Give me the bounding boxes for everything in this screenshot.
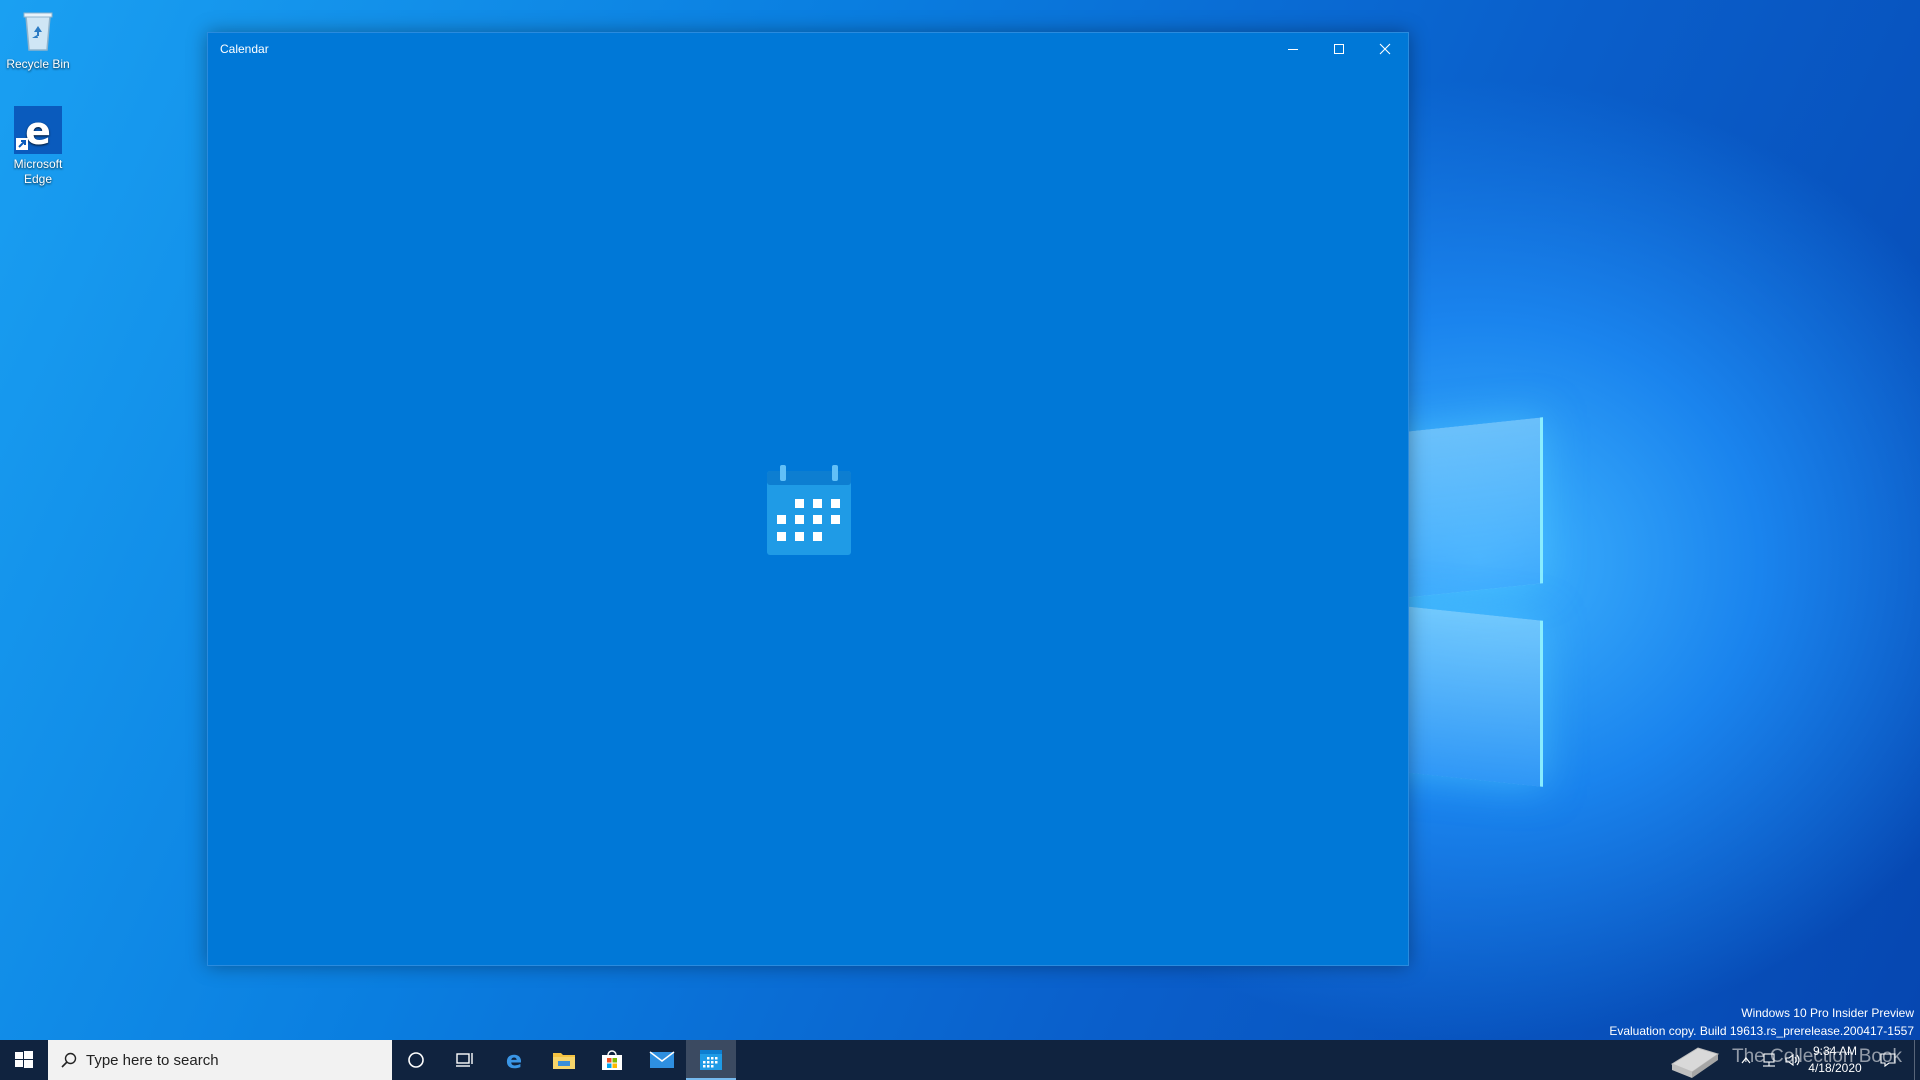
show-hidden-icons-button[interactable] <box>1734 1040 1758 1080</box>
desktop-icon-microsoft-edge[interactable]: e Microsoft Edge <box>0 106 76 187</box>
watermark-edition: Windows 10 Pro Insider Preview <box>1741 1006 1914 1020</box>
show-desktop-button[interactable] <box>1914 1040 1920 1080</box>
svg-text:e: e <box>25 109 51 153</box>
svg-text:e: e <box>506 1048 522 1072</box>
notification-icon <box>1880 1053 1896 1068</box>
network-icon <box>1763 1053 1775 1067</box>
cortana-button[interactable] <box>392 1040 440 1080</box>
file-explorer-icon <box>553 1053 575 1069</box>
taskbar: Type here to search e The Collection Boo… <box>0 1040 1920 1080</box>
search-placeholder: Type here to search <box>86 1051 219 1069</box>
maximize-button[interactable] <box>1316 33 1362 65</box>
store-button[interactable] <box>588 1040 636 1080</box>
desktop: Recycle Bin e Microsoft Edge Calendar Wi… <box>0 0 1920 1080</box>
minimize-button[interactable] <box>1270 33 1316 65</box>
maximize-icon <box>1334 44 1344 54</box>
edge-icon: e <box>506 1048 522 1072</box>
file-explorer-button[interactable] <box>540 1040 588 1080</box>
calendar-window[interactable]: Calendar <box>207 32 1409 966</box>
calendar-icon <box>700 1050 722 1070</box>
edge-icon: e <box>14 106 62 154</box>
book-logo-icon <box>1668 1036 1722 1080</box>
clock-time: 9:34 AM <box>1812 1044 1858 1058</box>
desktop-icon-label: Recycle Bin <box>6 57 70 71</box>
recycle-bin-icon <box>14 6 62 54</box>
mail-icon <box>649 1051 675 1068</box>
desktop-icon-label: Microsoft Edge <box>13 157 63 186</box>
taskbar-edge-button[interactable]: e <box>490 1040 538 1080</box>
minimize-icon <box>1288 49 1298 50</box>
task-view-icon <box>456 1053 473 1067</box>
network-button[interactable] <box>1756 1040 1782 1080</box>
clock-date: 4/18/2020 <box>1808 1061 1862 1075</box>
mail-button[interactable] <box>638 1040 686 1080</box>
start-button[interactable] <box>0 1040 48 1080</box>
desktop-icon-recycle-bin[interactable]: Recycle Bin <box>0 6 76 72</box>
action-center-button[interactable] <box>1870 1040 1906 1080</box>
close-button[interactable] <box>1362 33 1408 65</box>
start-icon <box>15 1051 33 1068</box>
search-box[interactable]: Type here to search <box>48 1040 392 1080</box>
calendar-splash-icon <box>765 465 853 557</box>
search-icon <box>61 1052 77 1068</box>
window-title: Calendar <box>220 42 269 56</box>
volume-icon <box>1785 1053 1800 1067</box>
watermark-build: Evaluation copy. Build 19613.rs_prerelea… <box>1609 1024 1914 1038</box>
clock[interactable]: 9:34 AM 4/18/2020 <box>1804 1044 1866 1075</box>
title-bar[interactable]: Calendar <box>208 33 1408 65</box>
chevron-up-icon <box>1741 1057 1751 1064</box>
store-icon <box>602 1050 622 1070</box>
volume-button[interactable] <box>1780 1040 1806 1080</box>
taskbar-calendar-button[interactable] <box>686 1040 736 1080</box>
task-view-button[interactable] <box>440 1040 488 1080</box>
close-icon <box>1379 43 1391 55</box>
cortana-icon <box>408 1052 424 1068</box>
